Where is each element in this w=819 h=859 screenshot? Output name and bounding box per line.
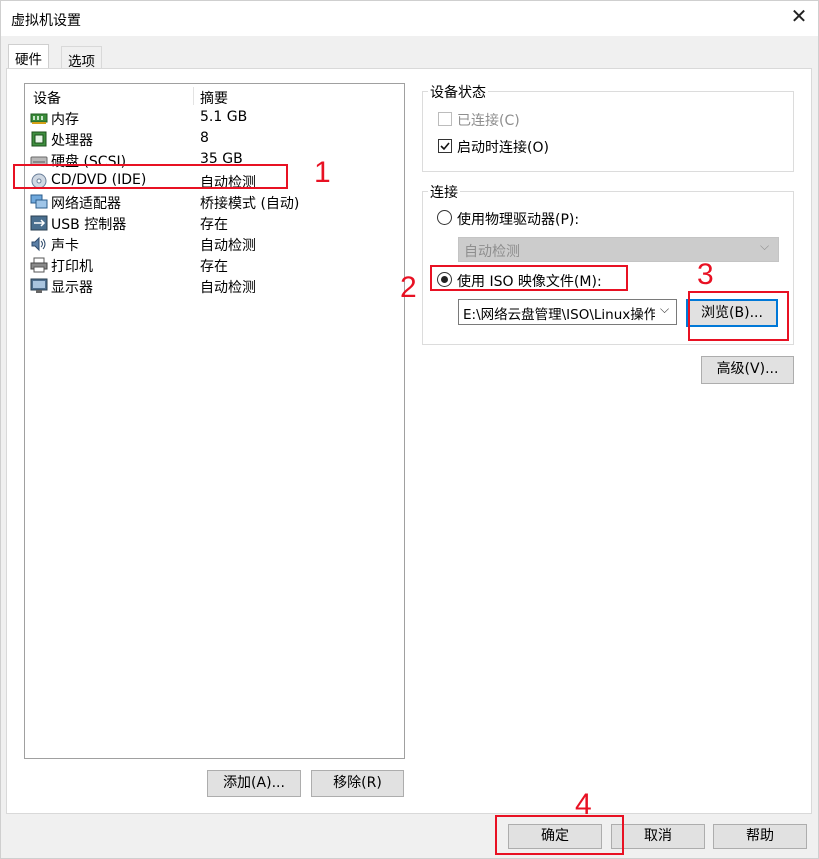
annotation-number-2: 2 xyxy=(400,271,417,304)
annotation-box-3 xyxy=(688,291,789,341)
processor-icon xyxy=(30,131,48,147)
connection-title: 连接 xyxy=(428,182,460,202)
device-name: 内存 xyxy=(51,112,79,128)
device-row-memory[interactable]: 内存 5.1 GB xyxy=(30,108,400,129)
device-name: 网络适配器 xyxy=(51,196,121,212)
device-name: 打印机 xyxy=(51,259,93,275)
chevron-down-icon[interactable]: ⌵ xyxy=(660,302,669,317)
physical-drive-dropdown[interactable]: 自动检测 ⌵ xyxy=(458,237,779,262)
physical-drive-label: 使用物理驱动器(P): xyxy=(457,212,580,228)
device-summary: 桥接模式 (自动) xyxy=(200,196,300,212)
device-name: 处理器 xyxy=(51,133,93,149)
device-summary: 存在 xyxy=(200,217,228,233)
printer-icon xyxy=(30,257,48,273)
annotation-box-1 xyxy=(13,164,288,189)
display-icon xyxy=(30,278,48,294)
iso-path-value: E:\网络云盘管理\ISO\Linux操作 xyxy=(463,307,655,323)
device-column-header[interactable]: 设备 xyxy=(33,88,61,108)
chevron-down-icon: ⌵ xyxy=(760,239,770,253)
annotation-number-3: 3 xyxy=(697,258,714,291)
close-icon[interactable]: ✕ xyxy=(789,5,809,29)
connect-on-power-on-checkbox[interactable] xyxy=(438,139,452,153)
connect-on-power-on-label: 启动时连接(O) xyxy=(457,140,549,156)
memory-icon xyxy=(30,110,48,126)
checkmark-icon xyxy=(440,142,450,151)
device-name: 声卡 xyxy=(51,238,79,254)
device-row-processor[interactable]: 处理器 8 xyxy=(30,129,400,150)
annotation-number-1: 1 xyxy=(314,156,331,189)
device-row-usb-controller[interactable]: USB 控制器 存在 xyxy=(30,213,400,234)
device-row-sound-card[interactable]: 声卡 自动检测 xyxy=(30,234,400,255)
device-summary: 存在 xyxy=(200,259,228,275)
add-device-button[interactable]: 添加(A)... xyxy=(207,770,301,797)
physical-drive-dropdown-value: 自动检测 xyxy=(464,244,520,260)
device-summary: 自动检测 xyxy=(200,280,256,296)
help-button[interactable]: 帮助 xyxy=(713,824,807,849)
device-status-group xyxy=(422,91,794,172)
device-row-printer[interactable]: 打印机 存在 xyxy=(30,255,400,276)
window-title: 虚拟机设置 xyxy=(11,13,81,29)
device-status-title: 设备状态 xyxy=(428,82,488,102)
sound-card-icon xyxy=(30,236,48,252)
tab-hardware[interactable]: 硬件 xyxy=(8,44,49,70)
physical-drive-radio[interactable] xyxy=(437,210,452,225)
device-row-display[interactable]: 显示器 自动检测 xyxy=(30,276,400,297)
connected-label: 已连接(C) xyxy=(457,113,520,129)
summary-column-header[interactable]: 摘要 xyxy=(200,88,228,108)
device-row-network-adapter[interactable]: 网络适配器 桥接模式 (自动) xyxy=(30,192,400,213)
tab-hardware-label: 硬件 xyxy=(15,52,42,68)
device-summary: 5.1 GB xyxy=(200,109,248,125)
advanced-button[interactable]: 高级(V)... xyxy=(701,356,794,384)
annotation-box-2 xyxy=(430,265,628,291)
column-separator[interactable] xyxy=(193,87,194,105)
connected-checkbox[interactable] xyxy=(438,112,452,126)
iso-path-combobox[interactable]: E:\网络云盘管理\ISO\Linux操作 ⌵ xyxy=(458,299,677,325)
remove-device-button[interactable]: 移除(R) xyxy=(311,770,404,797)
usb-icon xyxy=(30,215,48,231)
device-summary: 8 xyxy=(200,130,209,146)
cancel-button[interactable]: 取消 xyxy=(611,824,705,849)
annotation-number-4: 4 xyxy=(575,788,592,821)
network-adapter-icon xyxy=(30,194,48,210)
tab-options[interactable]: 选项 xyxy=(61,46,102,70)
device-summary: 自动检测 xyxy=(200,238,256,254)
device-name: USB 控制器 xyxy=(51,217,127,233)
annotation-box-4 xyxy=(495,815,624,855)
device-name: 显示器 xyxy=(51,280,93,296)
